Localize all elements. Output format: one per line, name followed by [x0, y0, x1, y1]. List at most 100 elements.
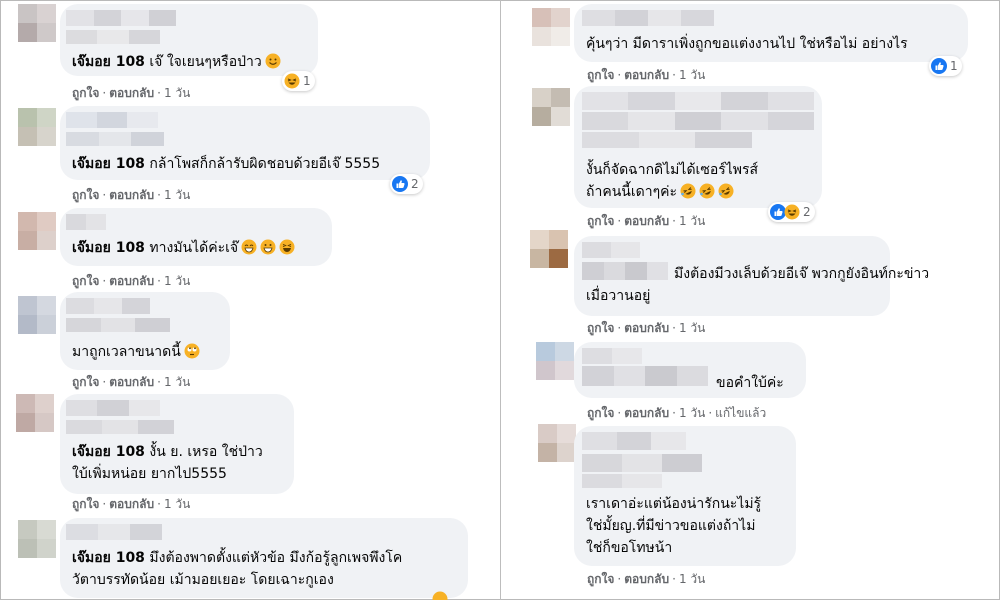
reply-link[interactable]: ตอบกลับ: [624, 214, 669, 228]
reaction-count: 1: [303, 74, 311, 88]
comment-actions: ถูกใจ · ตอบกลับ · 1 วัน: [72, 188, 191, 202]
reaction-count: 2: [411, 177, 419, 191]
comment-text: เราเดาอ่ะแต่น้องน่ารักนะไม่รู้: [586, 496, 762, 512]
like-link[interactable]: ถูกใจ: [72, 188, 99, 202]
reaction-summary[interactable]: 1: [929, 56, 962, 76]
avatar[interactable]: [536, 342, 574, 380]
avatar[interactable]: [18, 520, 56, 558]
comment-bubble: ขอคำใบ้ค่ะ: [574, 342, 806, 398]
reply-link[interactable]: ตอบกลับ: [109, 497, 154, 511]
avatar[interactable]: [16, 394, 54, 432]
avatar[interactable]: [538, 424, 576, 462]
like-link[interactable]: ถูกใจ: [587, 406, 614, 420]
comment-text: ใช่ก็ขอโทษน้า: [586, 540, 673, 556]
comment-actions: ถูกใจ · ตอบกลับ · 1 วัน: [587, 572, 706, 586]
blurred-commenter-name: [582, 262, 668, 280]
like-link[interactable]: ถูกใจ: [587, 572, 614, 586]
comment-bubble: คุ้นๆว่า มีดาราเพิ่งถูกขอแต่งงานไป ใช่หร…: [574, 4, 968, 62]
reply-link[interactable]: ตอบกลับ: [109, 375, 154, 389]
blurred-commenter-name: [66, 524, 162, 540]
comment-author-mention[interactable]: เจ๊มอย 108: [72, 550, 145, 566]
comment-bubble: มึงต้องมีวงเล็บด้วยอีเจ๊ พวกกูยังอินท์กะ…: [574, 236, 929, 316]
reply-link[interactable]: ตอบกลับ: [624, 572, 669, 586]
comment-actions: ถูกใจ · ตอบกลับ · 1 วัน: [587, 214, 706, 228]
comment-actions: ถูกใจ · ตอบกลับ · 1 วัน: [587, 68, 706, 82]
reply-link[interactable]: ตอบกลับ: [109, 274, 154, 288]
blurred-commenter-name: [66, 112, 159, 128]
avatar[interactable]: [18, 296, 56, 334]
avatar[interactable]: [532, 88, 570, 126]
comment-text: ใบ้เพิ่มหน่อย ยากไป5555: [72, 466, 227, 482]
rolling-eyes-emoji-icon: [184, 343, 200, 359]
comment-text: เจ๊มอย 108 ทางมันได้ค่ะเจ๊: [72, 237, 295, 259]
avatar[interactable]: [18, 212, 56, 250]
blurred-commenter-name: [582, 432, 687, 450]
like-link[interactable]: ถูกใจ: [587, 214, 614, 228]
comment-author-mention[interactable]: เจ๊มอย 108: [72, 54, 145, 70]
blurred-commenter-name: [66, 318, 171, 332]
reaction-count: 2: [803, 205, 811, 219]
comment-bubble: เจ๊มอย 108 เจ๊ ใจเยนๆหรือป่าว: [60, 4, 318, 76]
comment-actions: ถูกใจ · ตอบกลับ · 1 วัน: [72, 375, 191, 389]
blurred-commenter-name: [66, 400, 160, 416]
grin-emoji-icon: [241, 239, 257, 255]
blurred-commenter-name: [582, 112, 815, 130]
like-icon: [392, 176, 408, 192]
comment-actions: ถูกใจ · ตอบกลับ · 1 วัน · แก้ไขแล้ว: [587, 406, 767, 420]
reply-link[interactable]: ตอบกลับ: [624, 68, 669, 82]
like-link[interactable]: ถูกใจ: [72, 274, 99, 288]
grin-emoji-icon: [260, 239, 276, 255]
avatar[interactable]: [530, 230, 568, 268]
blurred-commenter-name: [582, 92, 815, 110]
comment-actions: ถูกใจ · ตอบกลับ · 1 วัน: [587, 321, 706, 335]
reply-link[interactable]: ตอบกลับ: [109, 188, 154, 202]
smile-emoji-icon: [265, 53, 281, 69]
comment-text: เมื่อวานอยู่: [586, 288, 651, 304]
comment-timestamp[interactable]: 1 วัน: [679, 68, 705, 82]
like-link[interactable]: ถูกใจ: [587, 68, 614, 82]
reaction-summary[interactable]: 2: [390, 174, 423, 194]
reply-link[interactable]: ตอบกลับ: [109, 86, 154, 100]
comment-author-mention[interactable]: เจ๊มอย 108: [72, 240, 145, 256]
blurred-commenter-name: [66, 10, 176, 26]
like-link[interactable]: ถูกใจ: [72, 86, 99, 100]
haha-icon: [784, 204, 800, 220]
comment-timestamp[interactable]: 1 วัน: [679, 321, 705, 335]
blurred-commenter-name: [66, 420, 174, 434]
comment-bubble: เจ๊มอย 108 กล้าโพสก็กล้ารับผิดชอบด้วยอีเ…: [60, 106, 430, 180]
reaction-summary[interactable]: 1: [282, 71, 315, 91]
comment-timestamp[interactable]: 1 วัน: [679, 406, 705, 420]
comment-timestamp[interactable]: 1 วัน: [164, 274, 190, 288]
comment-text: มาถูกเวลาขนาดนี้: [72, 341, 200, 363]
comment-bubble: เจ๊มอย 108 งั้น ย. เหรอ ใช่ป่าว ใบ้เพิ่ม…: [60, 394, 294, 494]
avatar[interactable]: [532, 8, 570, 46]
comment-actions: ถูกใจ · ตอบกลับ · 1 วัน: [72, 86, 191, 100]
comment-text: ใช่มั้ยญ.ที่มีข่าวขอแต่งถ้าไม่: [586, 518, 756, 534]
comment-timestamp[interactable]: 1 วัน: [164, 375, 190, 389]
comment-author-mention[interactable]: เจ๊มอย 108: [72, 444, 145, 460]
comment-timestamp[interactable]: 1 วัน: [164, 86, 190, 100]
blurred-commenter-name: [582, 132, 753, 148]
avatar[interactable]: [18, 108, 56, 146]
like-link[interactable]: ถูกใจ: [72, 497, 99, 511]
comment-timestamp[interactable]: 1 วัน: [679, 214, 705, 228]
comment-text: วัตาบรรทัดน้อย เม้ามอยเยอะ โดยเฉาะกูเอง: [72, 572, 334, 588]
blurred-commenter-name: [66, 214, 106, 230]
like-link[interactable]: ถูกใจ: [587, 321, 614, 335]
comment-author-mention[interactable]: เจ๊มอย 108: [72, 156, 145, 172]
reply-link[interactable]: ตอบกลับ: [624, 321, 669, 335]
comment-timestamp[interactable]: 1 วัน: [679, 572, 705, 586]
comment-actions: ถูกใจ · ตอบกลับ · 1 วัน: [72, 274, 191, 288]
reaction-summary[interactable]: 2: [768, 202, 815, 222]
reply-link[interactable]: ตอบกลับ: [624, 406, 669, 420]
comment-text: คุ้นๆว่า มีดาราเพิ่งถูกขอแต่งงานไป ใช่หร…: [586, 36, 908, 52]
comment-text: มึงต้องมีวงเล็บด้วยอีเจ๊ พวกกูยังอินท์กะ…: [674, 266, 930, 282]
avatar[interactable]: [18, 4, 56, 42]
like-link[interactable]: ถูกใจ: [72, 375, 99, 389]
comment-timestamp[interactable]: 1 วัน: [164, 497, 190, 511]
comment-text: ถ้าคนนี้เดาๆค่ะ: [586, 181, 734, 203]
comment-timestamp[interactable]: 1 วัน: [164, 188, 190, 202]
reaction-count: 1: [950, 59, 958, 73]
comment-text: เจ๊มอย 108 เจ๊ ใจเยนๆหรือป่าว: [72, 51, 281, 73]
comment-bubble: เจ๊มอย 108 ทางมันได้ค่ะเจ๊: [60, 208, 332, 266]
